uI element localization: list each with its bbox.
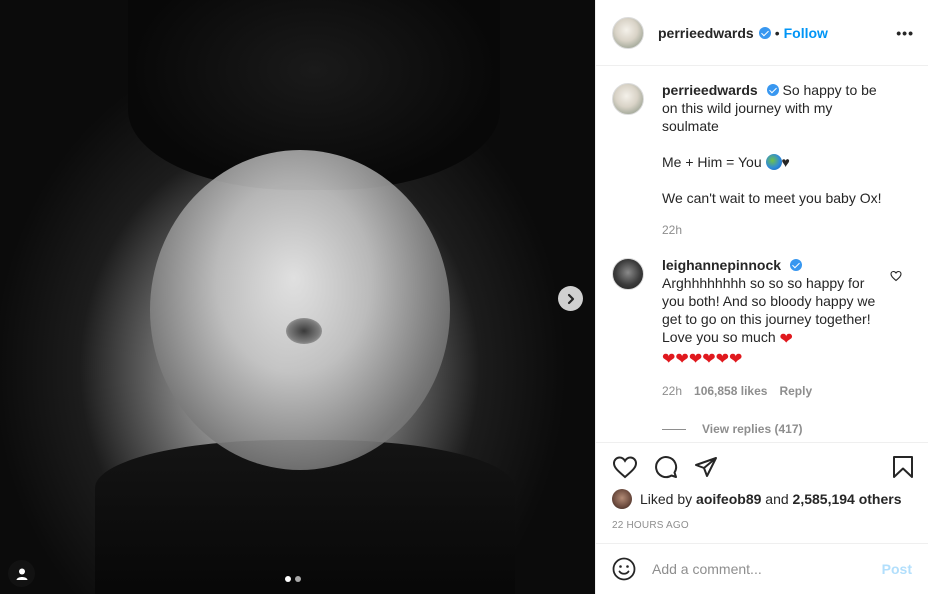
red-heart-emoji: ❤ <box>779 331 793 348</box>
carousel-dot-active <box>285 576 291 582</box>
more-icon[interactable]: ••• <box>896 25 914 41</box>
commenter-username[interactable]: leighannepinnock <box>662 257 781 273</box>
next-photo-button[interactable] <box>558 286 583 311</box>
likes-prefix: Liked by <box>640 491 693 507</box>
caption-meta: 22h <box>662 221 890 239</box>
comment-item: leighannepinnock Arghhhhhhhh so so so ha… <box>612 257 912 400</box>
chevron-right-icon <box>567 293 574 304</box>
comment-body: leighannepinnock Arghhhhhhhh so so so ha… <box>662 257 890 400</box>
photo-shape-navel <box>286 318 322 344</box>
follow-button[interactable]: Follow <box>784 25 828 41</box>
view-replies-button[interactable]: View replies (417) <box>662 422 912 436</box>
caption-username[interactable]: perrieedwards <box>662 82 758 98</box>
likes-and: and <box>765 491 789 507</box>
instagram-post-modal: perrieedwards • Follow ••• perrieedwards… <box>0 0 928 594</box>
comment-meta: 22h 106,858 likes Reply <box>662 382 890 400</box>
comment-icon <box>655 456 678 479</box>
bookmark-icon <box>893 456 913 478</box>
user-tag-icon <box>16 568 27 580</box>
smile-icon <box>612 557 636 581</box>
post-timestamp[interactable]: 22 HOURS AGO <box>612 520 689 531</box>
verified-icon <box>758 26 771 39</box>
comment-time[interactable]: 22h <box>662 382 682 400</box>
like-comment-heart-icon[interactable] <box>890 270 902 282</box>
emoji-button[interactable] <box>612 557 636 581</box>
caption-time[interactable]: 22h <box>662 221 682 239</box>
heart-icon <box>612 456 638 479</box>
caption: perrieedwards So happy to be on this wil… <box>612 82 912 239</box>
black-heart-emoji: ♥ <box>781 154 790 170</box>
tagged-users-button[interactable] <box>8 560 35 587</box>
caption-avatar[interactable] <box>612 83 644 115</box>
author-username[interactable]: perrieedwards <box>658 25 754 41</box>
verified-icon <box>789 259 802 271</box>
caption-body: perrieedwards So happy to be on this wil… <box>662 82 890 239</box>
comment-text: Arghhhhhhhh so so so happy for you both!… <box>662 275 876 345</box>
post-comment-button[interactable]: Post <box>882 561 912 577</box>
caption-closing: We can't wait to meet you baby Ox! <box>662 190 882 206</box>
red-hearts-emoji: ❤❤❤❤❤❤ <box>662 351 743 368</box>
comments-list[interactable]: perrieedwards So happy to be on this wil… <box>596 67 928 443</box>
save-button[interactable] <box>892 455 914 479</box>
verified-icon <box>766 84 779 96</box>
post-actions <box>612 453 914 481</box>
likes-others[interactable]: 2,585,194 others <box>793 491 902 507</box>
header-separator: • <box>774 24 780 41</box>
liker-avatar[interactable] <box>612 489 632 509</box>
like-button[interactable] <box>612 455 638 479</box>
view-replies-line <box>662 428 686 430</box>
carousel-indicator <box>285 576 301 582</box>
globe-emoji-icon <box>765 154 782 170</box>
comment-likes[interactable]: 106,858 likes <box>694 382 767 400</box>
post-header: perrieedwards • Follow ••• <box>596 0 928 66</box>
post-side-panel: perrieedwards • Follow ••• perrieedwards… <box>595 0 928 594</box>
reply-button[interactable]: Reply <box>779 382 812 400</box>
author-avatar[interactable] <box>612 16 644 49</box>
post-photo <box>0 0 595 594</box>
commenter-avatar[interactable] <box>612 258 644 290</box>
share-button[interactable] <box>694 455 718 479</box>
add-comment-bar: Post <box>596 543 928 594</box>
share-icon <box>695 457 717 477</box>
photo-shape-belly <box>150 150 450 470</box>
carousel-dot <box>295 576 301 582</box>
liker-username[interactable]: aoifeob89 <box>696 491 761 507</box>
likes-summary: Liked by aoifeob89 and 2,585,194 others <box>612 489 902 509</box>
caption-equation: Me + Him = You <box>662 154 762 170</box>
comment-button[interactable] <box>654 455 678 479</box>
comment-input[interactable] <box>652 561 872 577</box>
view-replies-label: View replies (417) <box>702 422 803 436</box>
